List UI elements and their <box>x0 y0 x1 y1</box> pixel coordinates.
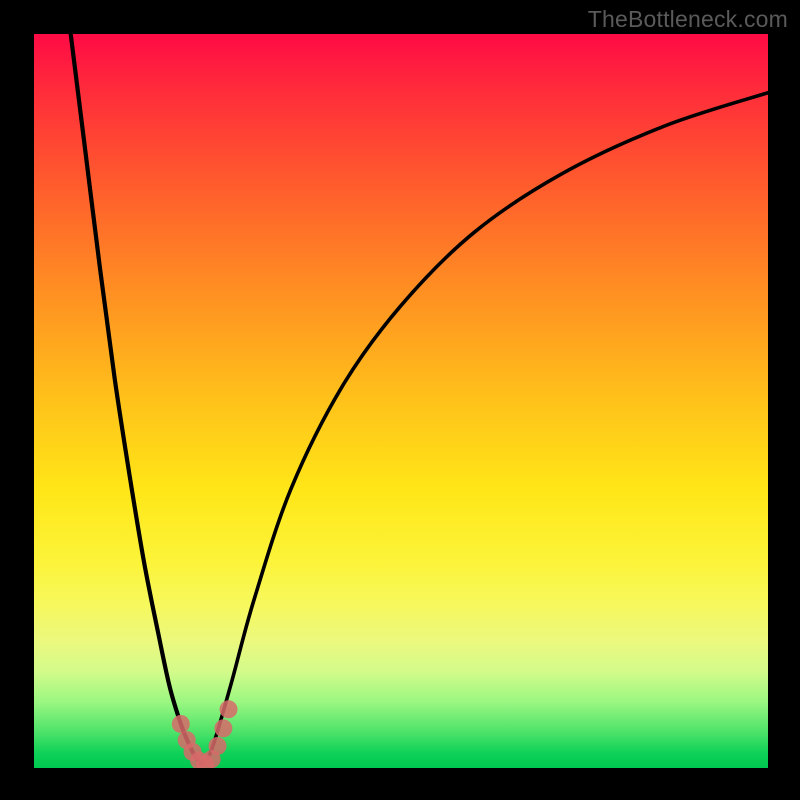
trough-markers <box>172 700 238 768</box>
plot-area <box>34 34 768 768</box>
bottleneck-curves <box>71 34 768 764</box>
curve-left-branch <box>71 34 203 764</box>
watermark-text: TheBottleneck.com <box>588 6 788 33</box>
curve-right-branch <box>203 93 768 765</box>
chart-frame: TheBottleneck.com <box>0 0 800 800</box>
curve-layer <box>34 34 768 768</box>
trough-marker <box>209 737 227 755</box>
trough-marker <box>214 719 232 737</box>
trough-marker <box>172 715 190 733</box>
trough-marker <box>220 700 238 718</box>
